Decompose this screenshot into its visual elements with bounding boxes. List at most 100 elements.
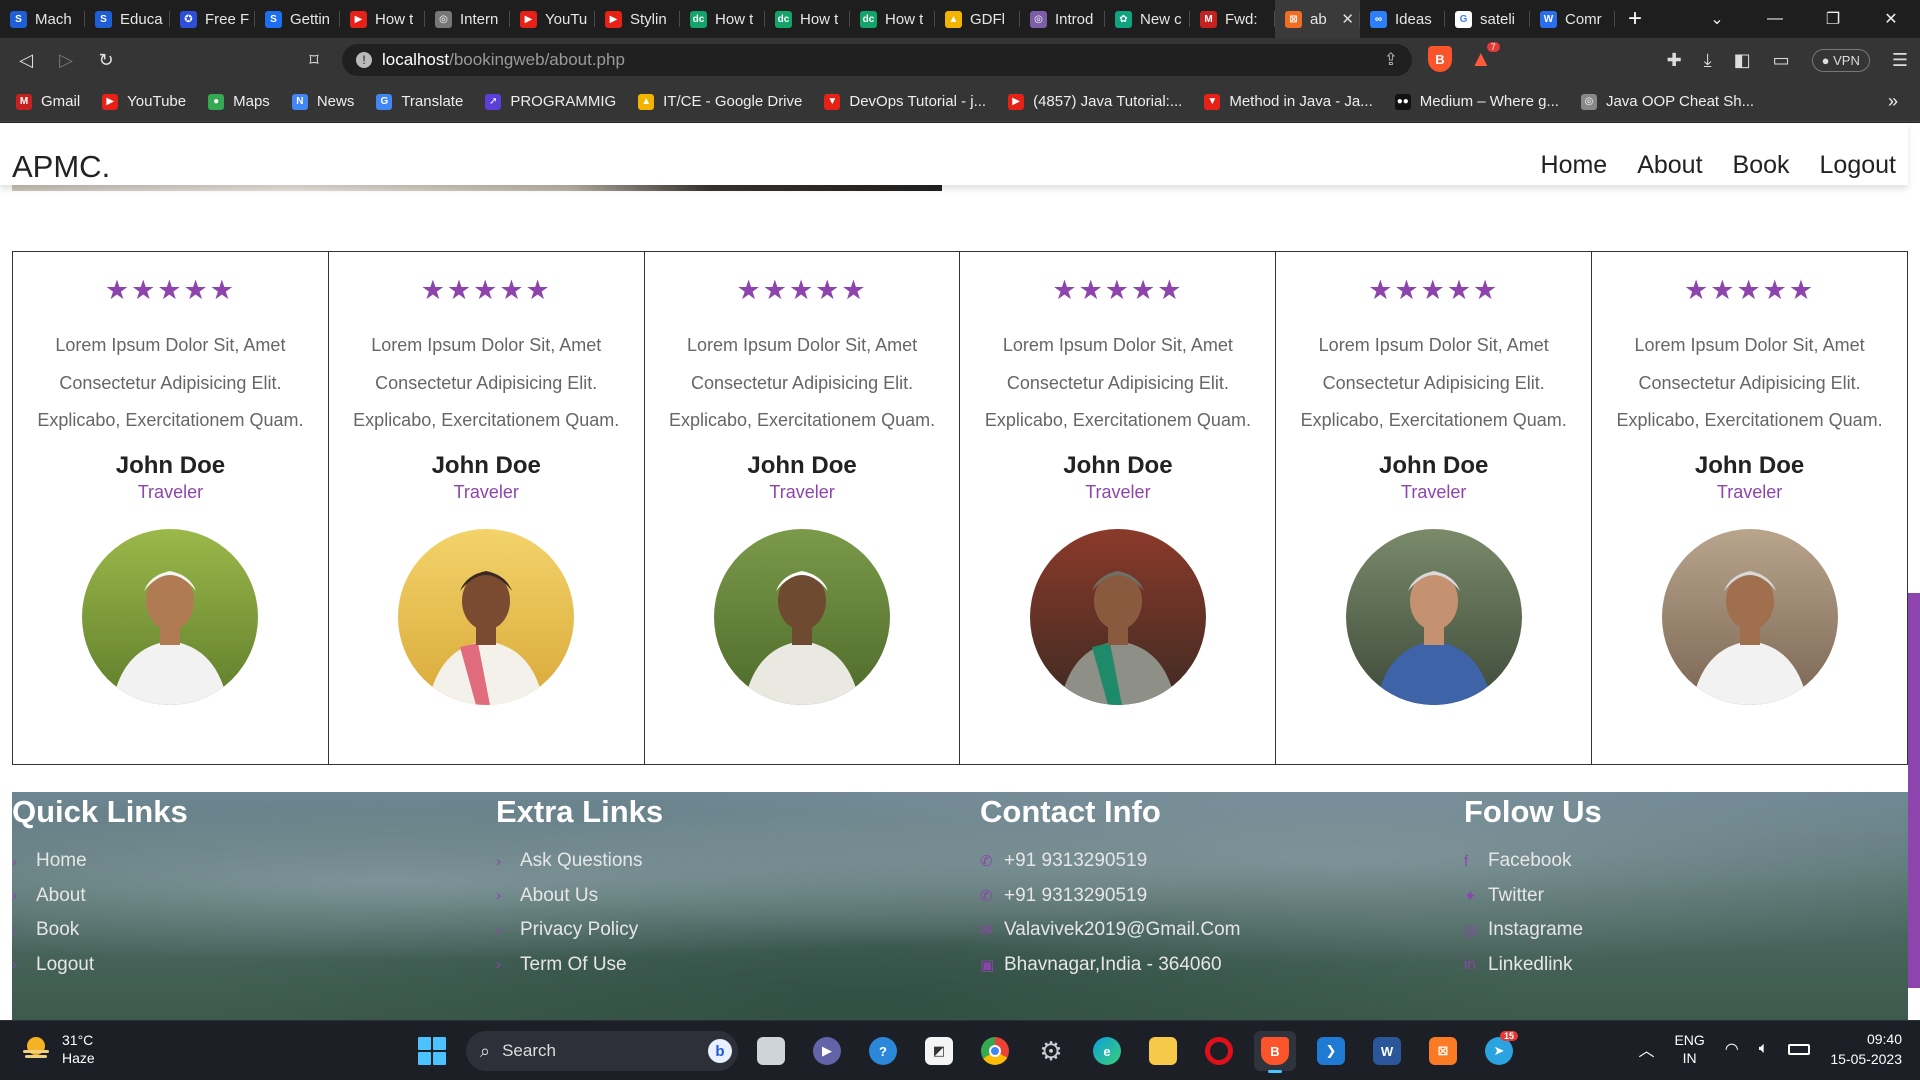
maximize-button[interactable]: ❐ bbox=[1804, 0, 1862, 38]
bookmark-item[interactable]: N News bbox=[291, 93, 354, 110]
page-scrollbar-thumb[interactable] bbox=[1908, 593, 1920, 988]
site-info-icon[interactable]: ! bbox=[356, 52, 372, 68]
bookmark-item[interactable]: ▶ (4857) Java Tutorial:... bbox=[1008, 93, 1182, 110]
browser-tab[interactable]: ▶ How t bbox=[340, 0, 425, 38]
downloads-icon[interactable]: ⤓ bbox=[1704, 50, 1712, 71]
footer-link[interactable]: › Term Of Use bbox=[496, 948, 663, 983]
wallet-icon[interactable]: ▭ bbox=[1773, 50, 1790, 71]
bookmark-item[interactable]: ▼ Method in Java - Ja... bbox=[1204, 93, 1373, 110]
nav-book[interactable]: Book bbox=[1733, 151, 1790, 180]
browser-tab[interactable]: S Gettin bbox=[255, 0, 340, 38]
minimize-button[interactable]: — bbox=[1746, 0, 1804, 38]
bookmarks-overflow-button[interactable]: » bbox=[1888, 91, 1898, 112]
browser-tab[interactable]: ⊠ ab ✕ bbox=[1275, 0, 1360, 38]
tab-search-chevron-icon[interactable]: ⌄ bbox=[1688, 0, 1746, 38]
footer-link[interactable]: › About bbox=[12, 879, 188, 914]
footer-link[interactable]: › Ask Questions bbox=[496, 844, 663, 879]
footer-link[interactable]: ◎ Instagrame bbox=[1464, 913, 1602, 948]
close-window-button[interactable]: ✕ bbox=[1862, 0, 1920, 38]
volume-icon[interactable]: 🔈︎ bbox=[1759, 1040, 1769, 1058]
share-icon[interactable]: ⇪ bbox=[1384, 50, 1398, 70]
help-app[interactable]: ? bbox=[862, 1031, 904, 1071]
browser-tab[interactable]: dc How t bbox=[850, 0, 935, 38]
word-app[interactable]: W bbox=[1366, 1031, 1408, 1071]
footer-link[interactable]: › About Us bbox=[496, 879, 663, 914]
wifi-icon[interactable]: ◠ bbox=[1725, 1039, 1739, 1059]
new-tab-button[interactable]: + bbox=[1615, 0, 1655, 38]
bookmark-item[interactable]: ▲ IT/CE - Google Drive bbox=[638, 93, 802, 110]
edge-app[interactable]: e bbox=[1086, 1031, 1128, 1071]
weather-widget[interactable]: 31°C Haze bbox=[20, 1031, 95, 1067]
browser-tab[interactable]: ✿ New c bbox=[1105, 0, 1190, 38]
tray-overflow-chevron-icon[interactable]: ︿ bbox=[1638, 1037, 1654, 1061]
bookmark-item[interactable]: ●● Medium – Where g... bbox=[1394, 93, 1559, 110]
bookmark-item[interactable]: ▼ DevOps Tutorial - j... bbox=[824, 93, 986, 110]
browser-tab[interactable]: Gsateli bbox=[1445, 0, 1530, 38]
bookmark-item[interactable]: M Gmail bbox=[16, 93, 80, 110]
browser-tab[interactable]: ✪ Free F bbox=[170, 0, 255, 38]
nav-home[interactable]: Home bbox=[1541, 151, 1608, 180]
sidebar-icon[interactable]: ◧ bbox=[1734, 50, 1751, 71]
bookmark-item[interactable]: G Translate bbox=[376, 93, 463, 110]
site-logo[interactable]: APMC. bbox=[12, 149, 110, 185]
chrome-app[interactable] bbox=[974, 1031, 1016, 1071]
browser-tab[interactable]: ▶ YouTu bbox=[510, 0, 595, 38]
file-explorer-app[interactable] bbox=[1142, 1031, 1184, 1071]
footer-link[interactable]: ▣ Bhavnagar,India - 364060 bbox=[980, 948, 1240, 983]
settings-app[interactable]: ⚙ bbox=[1030, 1031, 1072, 1071]
browser-tab[interactable]: dc How t bbox=[680, 0, 765, 38]
browser-tab[interactable]: ◎ Intern bbox=[425, 0, 510, 38]
battery-icon[interactable] bbox=[1788, 1043, 1811, 1055]
browser-tab[interactable]: ◎ Introd bbox=[1020, 0, 1105, 38]
brave-app[interactable]: B bbox=[1254, 1031, 1296, 1073]
nav-about[interactable]: About bbox=[1637, 151, 1702, 180]
xampp-app[interactable]: ⊠ bbox=[1422, 1031, 1464, 1071]
bookmark-item[interactable]: ● Maps bbox=[208, 93, 270, 110]
start-button[interactable] bbox=[418, 1037, 446, 1065]
footer-link[interactable]: › Home bbox=[12, 844, 188, 879]
taskbar-search[interactable]: ⌕ Search b bbox=[466, 1031, 738, 1071]
vscode-app[interactable]: ❯ bbox=[1310, 1031, 1352, 1071]
footer-link[interactable]: › Privacy Policy bbox=[496, 913, 663, 948]
photo-app[interactable]: ◩ bbox=[918, 1031, 960, 1071]
footer-link[interactable]: f Facebook bbox=[1464, 844, 1602, 879]
clock[interactable]: 09:40 15-05-2023 bbox=[1830, 1029, 1902, 1069]
browser-tab[interactable]: ∞ Ideas bbox=[1360, 0, 1445, 38]
browser-tab[interactable]: W Comr bbox=[1530, 0, 1615, 38]
opera-app[interactable] bbox=[1198, 1031, 1240, 1071]
footer-link[interactable]: ✆ +91 9313290519 bbox=[980, 844, 1240, 879]
address-bar[interactable]: ! localhost/bookingweb/about.php ⇪ bbox=[342, 44, 1412, 76]
browser-tab[interactable]: ▶ Stylin bbox=[595, 0, 680, 38]
browser-tab[interactable]: ▲ GDFl bbox=[935, 0, 1020, 38]
footer-link[interactable]: in Linkedlink bbox=[1464, 948, 1602, 983]
forward-button[interactable]: ▷ bbox=[46, 38, 86, 82]
browser-tab[interactable]: dc How t bbox=[765, 0, 850, 38]
teams-app[interactable]: ▶ bbox=[806, 1031, 848, 1071]
language-indicator[interactable]: ENG IN bbox=[1674, 1031, 1704, 1067]
nav-logout[interactable]: Logout bbox=[1820, 151, 1896, 180]
close-tab-icon[interactable]: ✕ bbox=[1341, 10, 1354, 28]
browser-tab[interactable]: S Mach bbox=[0, 0, 85, 38]
bookmark-item[interactable]: ▶ YouTube bbox=[102, 93, 186, 110]
file-explorer-gray-app[interactable] bbox=[750, 1031, 792, 1071]
footer-link[interactable]: ✆ +91 9313290519 bbox=[980, 879, 1240, 914]
bookmark-item[interactable]: ◎ Java OOP Cheat Sh... bbox=[1580, 93, 1754, 110]
telegram-app[interactable]: ➤ 15 bbox=[1478, 1031, 1520, 1071]
back-button[interactable]: ◁ bbox=[6, 38, 46, 82]
menu-icon[interactable]: ☰ bbox=[1892, 50, 1908, 71]
footer-link-label: Linkedlink bbox=[1488, 953, 1573, 975]
bookmark-page-button[interactable]: ⌑ bbox=[294, 38, 334, 82]
footer-link[interactable]: ✉ Valavivek2019@Gmail.Com bbox=[980, 913, 1240, 948]
vpn-button[interactable]: ● VPN bbox=[1811, 48, 1870, 72]
footer-link[interactable]: › Book bbox=[12, 913, 188, 948]
browser-tab[interactable]: S Educa bbox=[85, 0, 170, 38]
reload-button[interactable]: ↻ bbox=[86, 38, 126, 82]
brave-shield-icon[interactable]: B bbox=[1428, 46, 1452, 72]
footer-link[interactable]: › Logout bbox=[12, 948, 188, 983]
browser-tab[interactable]: M Fwd: bbox=[1190, 0, 1275, 38]
bookmark-item[interactable]: ➚ PROGRAMMIG bbox=[485, 93, 616, 110]
back-arrow-icon: ◁ bbox=[19, 49, 33, 70]
brave-rewards-icon[interactable]: ▲ 7 bbox=[1470, 42, 1500, 72]
footer-link[interactable]: ✦ Twitter bbox=[1464, 879, 1602, 914]
extensions-icon[interactable]: ✚ bbox=[1667, 50, 1682, 71]
